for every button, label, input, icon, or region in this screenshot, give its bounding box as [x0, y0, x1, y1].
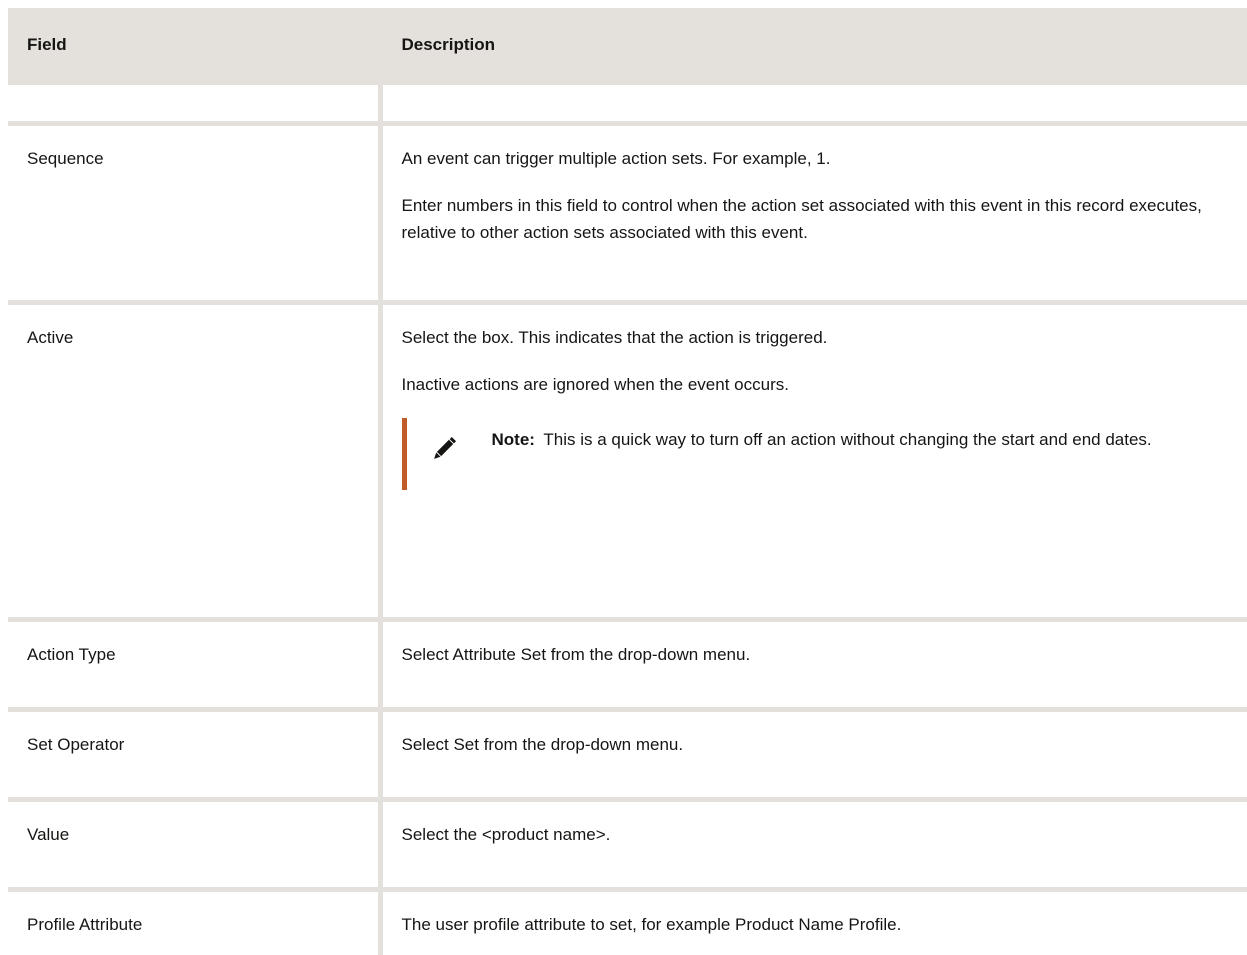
description-cell: The user profile attribute to set, for e…: [377, 887, 1247, 955]
table-row: Active Select the box. This indicates th…: [8, 300, 1247, 622]
description-paragraph: Select the box. This indicates that the …: [401, 328, 828, 347]
table-row: Set Operator Select Set from the drop-do…: [8, 707, 1247, 802]
field-cell: Profile Attribute: [8, 887, 383, 955]
document-page: Field Description Sequence An event can …: [0, 0, 1247, 955]
field-cell: Action Type: [8, 617, 383, 712]
table-row: Value Select the <product name>.: [8, 797, 1247, 892]
description-cell: Select the box. This indicates that the …: [377, 300, 1247, 622]
note-text: Note: This is a quick way to turn off an…: [492, 426, 1238, 453]
column-header-field: Field: [8, 8, 383, 85]
field-cell: [8, 80, 383, 126]
field-description-table: Field Description Sequence An event can …: [8, 8, 1247, 955]
table-row: Sequence An event can trigger multiple a…: [8, 121, 1247, 305]
table-row: Profile Attribute The user profile attri…: [8, 887, 1247, 955]
note-body: This is a quick way to turn off an actio…: [543, 430, 1152, 449]
description-paragraph: Enter numbers in this field to control w…: [401, 196, 1202, 242]
description-cell: Select the <product name>.: [377, 797, 1247, 892]
note-callout: Note: This is a quick way to turn off an…: [401, 418, 1238, 490]
field-cell: Active: [8, 300, 383, 622]
table-row: Action Type Select Attribute Set from th…: [8, 617, 1247, 712]
description-cell: Select Set from the drop-down menu.: [377, 707, 1247, 802]
field-cell: Set Operator: [8, 707, 383, 802]
pencil-icon: [429, 434, 459, 464]
column-header-description: Description: [380, 8, 1247, 85]
description-cell: Select Attribute Set from the drop-down …: [377, 617, 1247, 712]
table-row: [8, 80, 1247, 126]
description-paragraph: Inactive actions are ignored when the ev…: [401, 375, 789, 394]
field-cell: Sequence: [8, 121, 383, 305]
field-cell: Value: [8, 797, 383, 892]
description-cell: [377, 80, 1247, 126]
description-cell: An event can trigger multiple action set…: [377, 121, 1247, 305]
description-paragraph: An event can trigger multiple action set…: [401, 149, 831, 168]
table-header-row: Field Description: [8, 8, 1247, 85]
note-label: Note:: [491, 430, 535, 449]
